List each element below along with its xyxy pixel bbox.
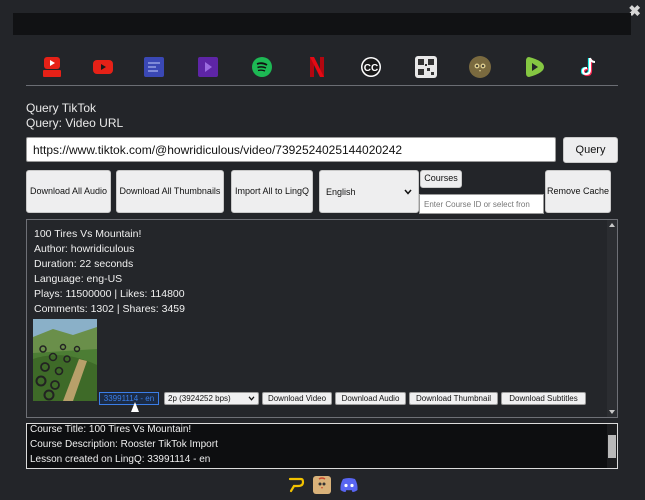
video-thumbnail [33,319,97,401]
course-id-input[interactable]: Enter Course ID or select fron [419,194,544,214]
results-panel[interactable]: 100 Tires Vs Mountain! Author: howridicu… [26,219,618,418]
lesson-id-tag[interactable]: 33991114 - en [99,392,159,405]
log-scrollbar-thumb[interactable] [608,435,616,458]
youtube-play-icon[interactable] [91,55,115,79]
netflix-icon[interactable] [305,55,329,79]
mouse-cursor-icon [131,402,139,412]
rumble-icon[interactable] [523,55,547,79]
video-duration: Duration: 22 seconds [34,258,134,270]
download-all-audio-button[interactable]: Download All Audio [26,170,111,213]
service-icon-row: CC [26,50,618,86]
remove-cache-button[interactable]: Remove Cache [545,170,611,213]
language-select-value: English [326,186,356,197]
download-all-thumbnails-button[interactable]: Download All Thumbnails [116,170,224,213]
svg-text:CC: CC [364,63,378,74]
owl-icon[interactable] [468,55,492,79]
download-subtitles-button[interactable]: Download Subtitles [501,392,586,405]
log-scrollbar[interactable] [607,424,617,468]
courses-button[interactable]: Courses [420,170,462,188]
chevron-down-icon [248,396,255,401]
blue-square-icon[interactable] [142,55,166,79]
scroll-up-icon[interactable] [609,223,615,227]
purple-square-icon[interactable] [196,55,220,79]
query-source-label: Query TikTok [26,101,97,115]
quality-select-value: 2p (3924252 bps) [168,394,231,403]
qr-icon[interactable] [414,55,438,79]
query-type-label: Query: Video URL [26,116,124,130]
download-thumbnail-button[interactable]: Download Thumbnail [409,392,498,405]
video-comments-shares: Comments: 1302 | Shares: 3459 [34,303,185,315]
title-bar [13,13,631,35]
query-button[interactable]: Query [563,137,618,163]
download-video-button[interactable]: Download Video [262,392,332,405]
rooster-icon[interactable] [313,475,331,499]
log-course-description: Course Description: Rooster TikTok Impor… [30,439,218,450]
language-select[interactable]: English [319,170,419,213]
spotify-icon[interactable] [250,55,274,79]
results-scrollbar[interactable] [607,220,617,417]
video-title: 100 Tires Vs Mountain! [34,228,142,240]
lingq-icon[interactable] [287,476,305,499]
footer-links [287,475,359,499]
url-input[interactable] [26,137,556,162]
log-panel[interactable]: Course Title: 100 Tires Vs Mountain! Cou… [26,423,618,469]
quality-select[interactable]: 2p (3924252 bps) [164,392,259,405]
discord-icon[interactable] [339,477,359,498]
tiktok-icon[interactable] [577,55,601,79]
log-course-title: Course Title: 100 Tires Vs Mountain! [30,424,192,435]
video-language: Language: eng-US [34,273,123,285]
import-all-button[interactable]: Import All to LingQ [231,170,313,213]
chevron-down-icon [404,189,412,195]
scroll-down-icon[interactable] [609,410,615,414]
log-lesson-created: Lesson created on LingQ: 33991114 - en [30,454,211,465]
video-plays-likes: Plays: 11500000 | Likes: 114800 [34,288,185,300]
video-author: Author: howridiculous [34,243,135,255]
cc-icon[interactable]: CC [359,55,383,79]
youtube-logo-icon[interactable] [40,55,64,79]
download-audio-button[interactable]: Download Audio [335,392,406,405]
